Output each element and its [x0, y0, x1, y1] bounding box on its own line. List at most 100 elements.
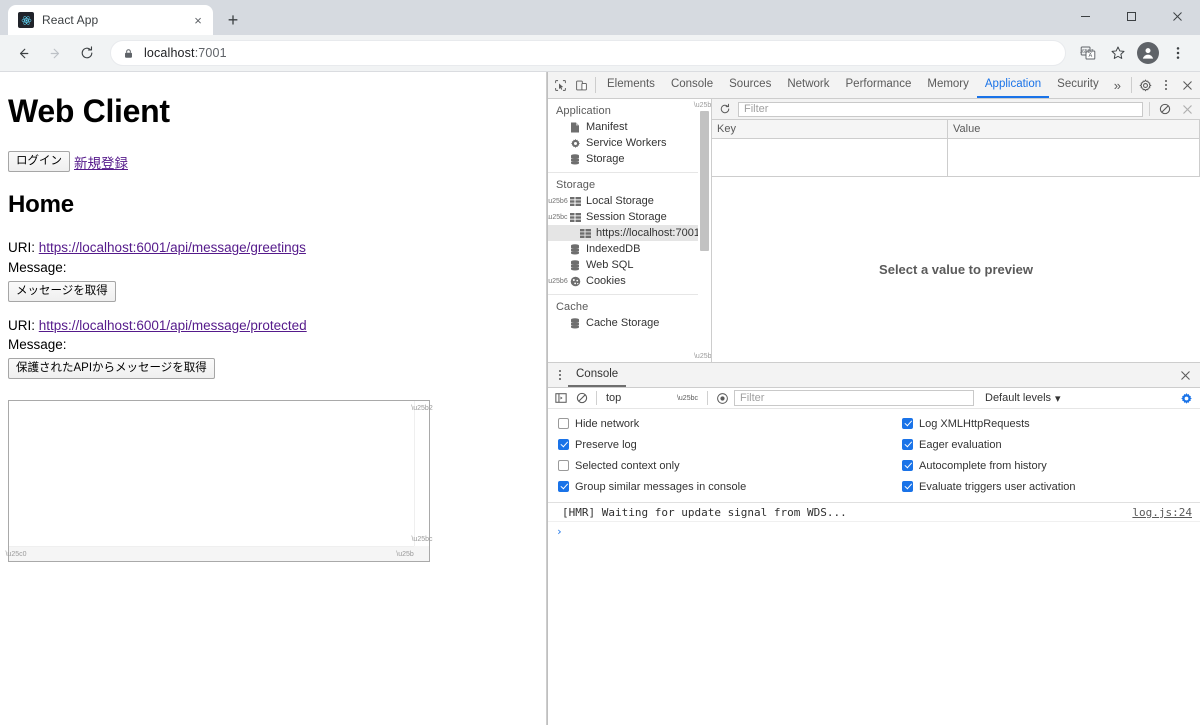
new-tab-button[interactable]: +	[219, 6, 247, 34]
sidebar-item-storage[interactable]: \u25b6 Storage	[548, 151, 711, 167]
reload-button[interactable]	[72, 38, 102, 68]
console-context-select[interactable]: top \u25bc	[602, 390, 702, 406]
chevron-right-icon[interactable]: \u25b6	[548, 278, 568, 285]
column-header-value[interactable]: Value	[948, 120, 1200, 138]
storage-filter-input[interactable]: Filter	[738, 101, 1143, 117]
login-button[interactable]: ログイン	[8, 151, 70, 173]
drawer-menu-icon[interactable]	[552, 369, 568, 381]
setting-evaluate-triggers-user-activation[interactable]: Evaluate triggers user activation	[874, 476, 1200, 497]
sidebar-item-cache-storage[interactable]: \u25b6 Cache Storage	[548, 315, 711, 331]
devtools-menu-icon[interactable]	[1156, 73, 1177, 97]
browser-tab[interactable]: React App ×	[8, 5, 213, 35]
preview-placeholder: Select a value to preview	[879, 262, 1033, 277]
bookmark-star-icon[interactable]	[1104, 39, 1132, 67]
devtools-tab-performance[interactable]: Performance	[838, 72, 920, 98]
scroll-up-icon[interactable]: \u25b2	[694, 99, 711, 111]
react-favicon-icon	[18, 12, 34, 28]
live-expression-eye-icon[interactable]	[713, 389, 731, 407]
devtools-tab-elements[interactable]: Elements	[599, 72, 663, 98]
sidebar-item-cookies[interactable]: \u25b6 Cookies	[548, 273, 711, 289]
checkbox[interactable]	[558, 418, 569, 429]
sidebar-scrollbar[interactable]: \u25b2 \u25bc	[694, 99, 711, 362]
close-button[interactable]	[1154, 0, 1200, 32]
back-button[interactable]	[8, 38, 38, 68]
scroll-down-icon[interactable]: \u25bc	[694, 350, 711, 362]
column-header-key[interactable]: Key	[712, 120, 948, 138]
delete-selected-icon[interactable]	[1178, 100, 1196, 118]
console-settings-gear-icon[interactable]	[1176, 388, 1196, 408]
table-empty-value-cell[interactable]	[948, 139, 1200, 176]
chevron-down-icon[interactable]: \u25bc	[548, 214, 568, 221]
sidebar-item-session-storage[interactable]: \u25bc Session Storage	[548, 209, 711, 225]
console-output[interactable]: [HMR] Waiting for update signal from WDS…	[548, 503, 1200, 725]
sidebar-item-service-workers[interactable]: \u25b6 Service Workers	[548, 135, 711, 151]
chevron-right-icon[interactable]: \u25b6	[548, 198, 568, 205]
devtools-tab-security[interactable]: Security	[1049, 72, 1107, 98]
scroll-down-icon[interactable]: \u25bc	[411, 532, 432, 546]
drawer-tab-console[interactable]: Console	[568, 363, 627, 387]
fetch-message-button[interactable]: メッセージを取得	[8, 280, 116, 302]
scroll-up-icon[interactable]: \u25b2	[411, 401, 432, 415]
scroll-left-icon[interactable]: \u25c0	[5, 547, 26, 561]
refresh-icon[interactable]	[716, 100, 734, 118]
sidebar-item-web-sql[interactable]: \u25b6 Web SQL	[548, 257, 711, 273]
devtools-tab-sources[interactable]: Sources	[721, 72, 779, 98]
checkbox[interactable]	[558, 481, 569, 492]
checkbox[interactable]	[558, 460, 569, 471]
setting-autocomplete-from-history[interactable]: Autocomplete from history	[874, 455, 1200, 476]
sidebar-item-local-storage[interactable]: \u25b6 Local Storage	[548, 193, 711, 209]
devtools-tab-application[interactable]: Application	[976, 72, 1050, 98]
console-sidebar-toggle-icon[interactable]	[552, 389, 570, 407]
devtools-tab-console[interactable]: Console	[663, 72, 721, 98]
devtools-close-icon[interactable]	[1177, 73, 1198, 97]
textarea-vertical-scrollbar[interactable]: \u25b2 \u25bc	[411, 401, 433, 547]
console-prompt[interactable]: ›	[548, 522, 1200, 540]
devtools-tab-memory[interactable]: Memory	[919, 72, 977, 98]
clear-console-icon[interactable]	[573, 389, 591, 407]
output-textarea[interactable]: \u25b2 \u25bc \u25c0 \u25b6	[5, 400, 433, 563]
scrollbar-thumb[interactable]	[700, 111, 709, 251]
sidebar-item-indexeddb[interactable]: \u25b6 IndexedDB	[548, 241, 711, 257]
browser-menu-icon[interactable]	[1164, 39, 1192, 67]
address-bar[interactable]: localhost:7001	[110, 40, 1066, 66]
maximize-button[interactable]	[1108, 0, 1154, 32]
console-filter-input[interactable]: Filter	[734, 390, 974, 406]
sidebar-item-origin-localhost[interactable]: \u25b6 https://localhost:7001	[548, 225, 711, 241]
checkbox[interactable]	[558, 439, 569, 450]
devtools-tab-network[interactable]: Network	[779, 72, 837, 98]
uri-link[interactable]: https://localhost:6001/api/message/prote…	[39, 318, 307, 333]
profile-avatar[interactable]	[1137, 42, 1159, 64]
minimize-button[interactable]	[1062, 0, 1108, 32]
fetch-protected-message-button[interactable]: 保護されたAPIからメッセージを取得	[8, 358, 215, 380]
device-toolbar-icon[interactable]	[571, 73, 592, 97]
sidebar-item-manifest[interactable]: \u25b6 Manifest	[548, 119, 711, 135]
console-message-source-link[interactable]: log.js:24	[1124, 506, 1192, 519]
drawer-close-icon[interactable]	[1174, 364, 1196, 386]
tab-close-icon[interactable]: ×	[189, 11, 207, 29]
console-levels-select[interactable]: Default levels ▾	[985, 392, 1061, 405]
setting-log-xmlhttprequests[interactable]: Log XMLHttpRequests	[874, 413, 1200, 434]
textarea-horizontal-scrollbar[interactable]: \u25c0 \u25b6	[5, 546, 418, 562]
clear-all-icon[interactable]	[1156, 100, 1174, 118]
database-icon	[569, 153, 581, 165]
checkbox[interactable]	[902, 418, 913, 429]
register-link[interactable]: 新規登録	[74, 152, 128, 172]
forward-button[interactable]	[40, 38, 70, 68]
scroll-right-icon[interactable]: \u25b6	[396, 547, 417, 561]
setting-eager-evaluation[interactable]: Eager evaluation	[874, 434, 1200, 455]
setting-selected-context-only[interactable]: Selected context only	[548, 455, 874, 476]
setting-group-similar-messages[interactable]: Group similar messages in console	[548, 476, 874, 497]
checkbox[interactable]	[902, 481, 913, 492]
translate-icon[interactable]: A\u6587	[1074, 39, 1102, 67]
inspect-element-icon[interactable]	[550, 73, 571, 97]
uri-link[interactable]: https://localhost:6001/api/message/greet…	[39, 240, 306, 255]
storage-table-body[interactable]	[712, 139, 1200, 177]
setting-hide-network[interactable]: Hide network	[548, 413, 874, 434]
checkbox[interactable]	[902, 460, 913, 471]
checkbox[interactable]	[902, 439, 913, 450]
devtools-settings-gear-icon[interactable]	[1135, 73, 1156, 97]
table-empty-key-cell[interactable]	[712, 139, 948, 176]
devtools-tab-overflow-icon[interactable]: »	[1107, 73, 1128, 97]
setting-preserve-log[interactable]: Preserve log	[548, 434, 874, 455]
console-message-row[interactable]: [HMR] Waiting for update signal from WDS…	[548, 503, 1200, 522]
